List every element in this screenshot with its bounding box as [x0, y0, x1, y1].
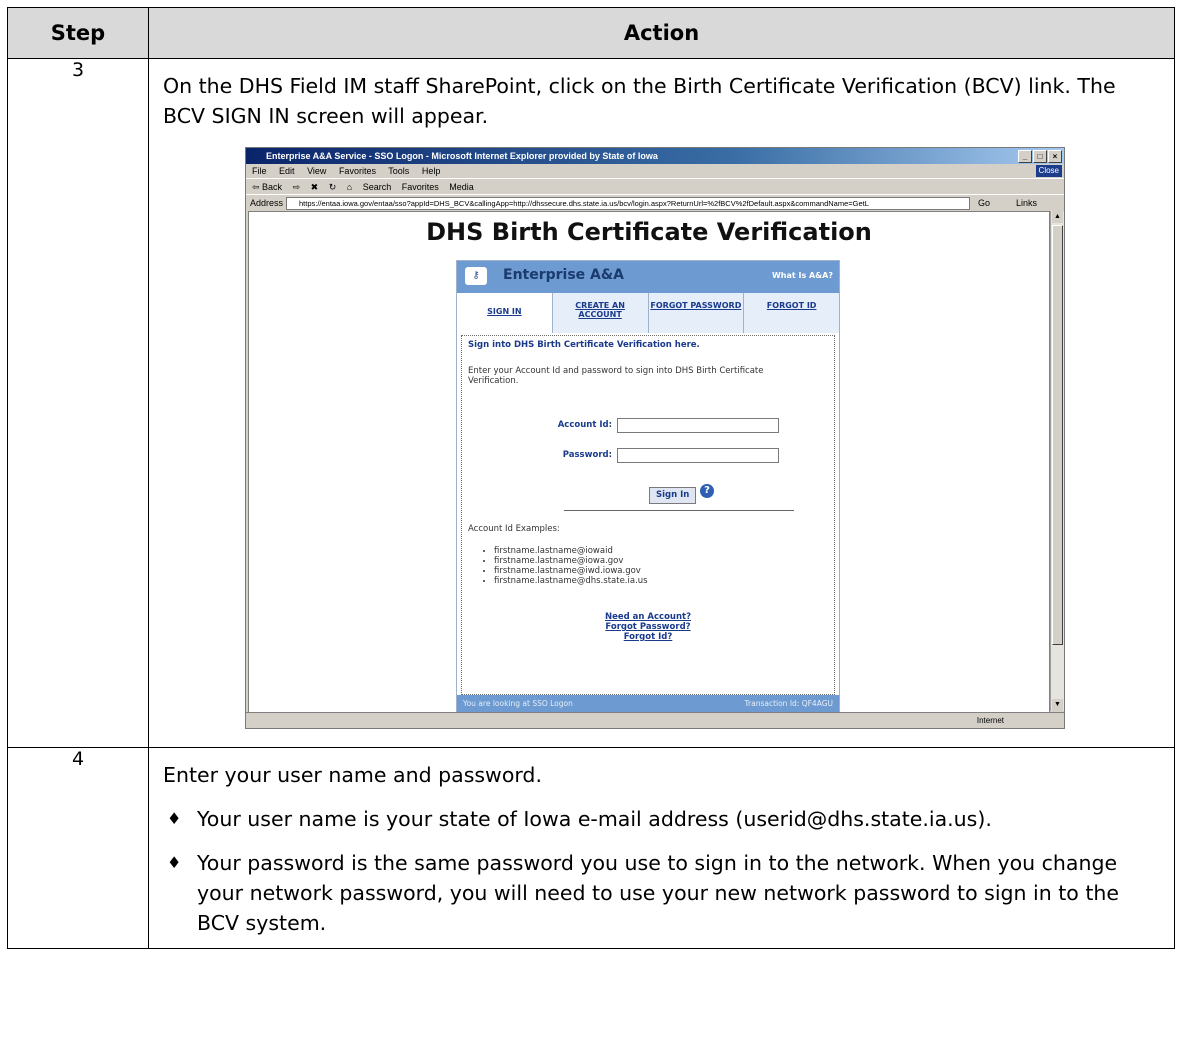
aa-tabs: SIGN IN CREATE AN ACCOUNT FORGOT PASSWOR… — [457, 293, 839, 333]
address-bar: Address https://entaa.iowa.gov/entaa/sso… — [246, 194, 1064, 211]
maximize-button[interactable]: □ — [1033, 150, 1047, 163]
bullet-text: Your user name is your state of Iowa e-m… — [197, 807, 992, 831]
minimize-button[interactable]: _ — [1018, 150, 1032, 163]
go-button[interactable]: Go — [978, 195, 990, 211]
list-item: firstname.lastname@iowaid — [494, 546, 648, 556]
bullet-text: Your password is the same password you u… — [197, 851, 1119, 935]
browser-window: Enterprise A&A Service - SSO Logon - Mic… — [245, 147, 1065, 729]
address-input[interactable]: https://entaa.iowa.gov/entaa/sso?appId=D… — [286, 197, 970, 210]
address-label: Address — [250, 198, 284, 208]
action-cell: Enter your user name and password. ♦ You… — [148, 747, 1175, 949]
list-item: ♦ Your password is the same password you… — [163, 848, 1160, 938]
transaction-id: Transaction Id: QF4AGU — [744, 699, 833, 708]
aa-footer: You are looking at SSO Logon Transaction… — [457, 695, 839, 712]
browser-viewport: DHS Birth Certificate Verification ⚷ Ent… — [248, 211, 1050, 713]
help-icon[interactable]: ? — [700, 484, 714, 498]
list-item: firstname.lastname@dhs.state.ia.us — [494, 576, 648, 586]
window-title: Enterprise A&A Service - SSO Logon - Mic… — [266, 151, 658, 161]
footer-left: You are looking at SSO Logon — [463, 699, 573, 708]
scroll-up-icon[interactable]: ▲ — [1052, 211, 1063, 223]
status-bar: Internet — [246, 712, 1064, 728]
page-title: DHS Birth Certificate Verification — [426, 218, 872, 246]
list-item: firstname.lastname@iowa.gov — [494, 556, 648, 566]
form-heading: Sign into DHS Birth Certificate Verifica… — [468, 340, 700, 350]
tab-forgot-password[interactable]: FORGOT PASSWORD — [647, 293, 744, 333]
sign-in-button[interactable]: Sign In — [649, 487, 697, 504]
step-number: 4 — [7, 747, 149, 949]
aa-form-body: Sign into DHS Birth Certificate Verifica… — [461, 335, 835, 695]
menu-help[interactable]: Help — [422, 166, 441, 176]
form-intro: Enter your Account Id and password to si… — [468, 366, 764, 386]
menu-favorites[interactable]: Favorites — [339, 166, 376, 176]
key-icon: ⚷ — [465, 267, 487, 285]
search-button[interactable]: Search — [363, 182, 392, 192]
password-input[interactable] — [617, 448, 779, 463]
window-titlebar: Enterprise A&A Service - SSO Logon - Mic… — [246, 148, 1064, 164]
media-button[interactable]: Media — [449, 182, 474, 192]
stop-icon[interactable]: ✖ — [311, 182, 319, 192]
forgot-password-link[interactable]: Forgot Password? — [462, 622, 834, 632]
close-button[interactable]: Close — [1035, 165, 1062, 177]
forward-icon[interactable]: ⇨ — [293, 182, 301, 192]
table-header-row: Step Action — [7, 7, 1175, 59]
table-row: 4 Enter your user name and password. ♦ Y… — [7, 747, 1175, 949]
action-text: On the DHS Field IM staff SharePoint, cl… — [163, 74, 1116, 128]
forgot-id-link[interactable]: Forgot Id? — [462, 632, 834, 642]
tab-sign-in[interactable]: SIGN IN — [457, 293, 552, 333]
aa-brand: Enterprise A&A — [503, 267, 624, 283]
links-button[interactable]: Links — [1016, 195, 1037, 211]
action-cell: On the DHS Field IM staff SharePoint, cl… — [148, 58, 1175, 748]
embedded-screenshot: Enterprise A&A Service - SSO Logon - Mic… — [149, 131, 1174, 735]
account-id-input[interactable] — [617, 418, 779, 433]
aa-login-panel: ⚷ Enterprise A&A What Is A&A? SIGN IN CR… — [456, 260, 840, 712]
menu-file[interactable]: File — [252, 166, 267, 176]
examples-label: Account Id Examples: — [468, 524, 560, 534]
help-links: Need an Account? Forgot Password? Forgot… — [462, 612, 834, 642]
tab-create-account[interactable]: CREATE AN ACCOUNT — [551, 293, 648, 333]
vertical-scrollbar[interactable]: ▲ ▼ — [1050, 211, 1064, 711]
list-item: firstname.lastname@iwd.iowa.gov — [494, 566, 648, 576]
toolbar: ⇦ Back ⇨ ✖ ↻ ⌂ Search Favorites Media — [246, 178, 1064, 194]
need-account-link[interactable]: Need an Account? — [462, 612, 834, 622]
scroll-thumb[interactable] — [1052, 225, 1063, 645]
header-step: Step — [7, 7, 149, 59]
list-item: ♦ Your user name is your state of Iowa e… — [163, 804, 1160, 834]
tab-forgot-id[interactable]: FORGOT ID — [743, 293, 839, 333]
menu-bar: File Edit View Favorites Tools Help — [246, 164, 1064, 178]
back-button[interactable]: ⇦ Back — [252, 182, 282, 192]
table-row: 3 On the DHS Field IM staff SharePoint, … — [7, 58, 1175, 748]
diamond-bullet-icon: ♦ — [167, 853, 182, 872]
menu-view[interactable]: View — [307, 166, 326, 176]
refresh-icon[interactable]: ↻ — [329, 182, 337, 192]
action-text: Enter your user name and password. — [163, 763, 542, 787]
menu-edit[interactable]: Edit — [279, 166, 295, 176]
password-label: Password: — [562, 450, 612, 460]
examples-list: firstname.lastname@iowaid firstname.last… — [484, 546, 648, 586]
document-page: Step Action 3 On the DHS Field IM staff … — [7, 7, 1175, 1053]
step-number: 3 — [7, 58, 149, 748]
what-is-link[interactable]: What Is A&A? — [772, 271, 833, 280]
menu-tools[interactable]: Tools — [388, 166, 409, 176]
header-action: Action — [148, 7, 1175, 59]
security-zone: Internet — [976, 716, 1004, 725]
scroll-down-icon[interactable]: ▼ — [1052, 699, 1063, 711]
account-id-label: Account Id: — [557, 420, 612, 430]
divider — [564, 510, 794, 511]
diamond-bullet-icon: ♦ — [167, 809, 182, 828]
close-icon[interactable]: × — [1048, 150, 1062, 163]
home-icon[interactable]: ⌂ — [347, 182, 352, 192]
aa-header: ⚷ Enterprise A&A What Is A&A? — [457, 261, 839, 293]
steps-table: Step Action 3 On the DHS Field IM staff … — [7, 7, 1175, 949]
favorites-button[interactable]: Favorites — [402, 182, 439, 192]
